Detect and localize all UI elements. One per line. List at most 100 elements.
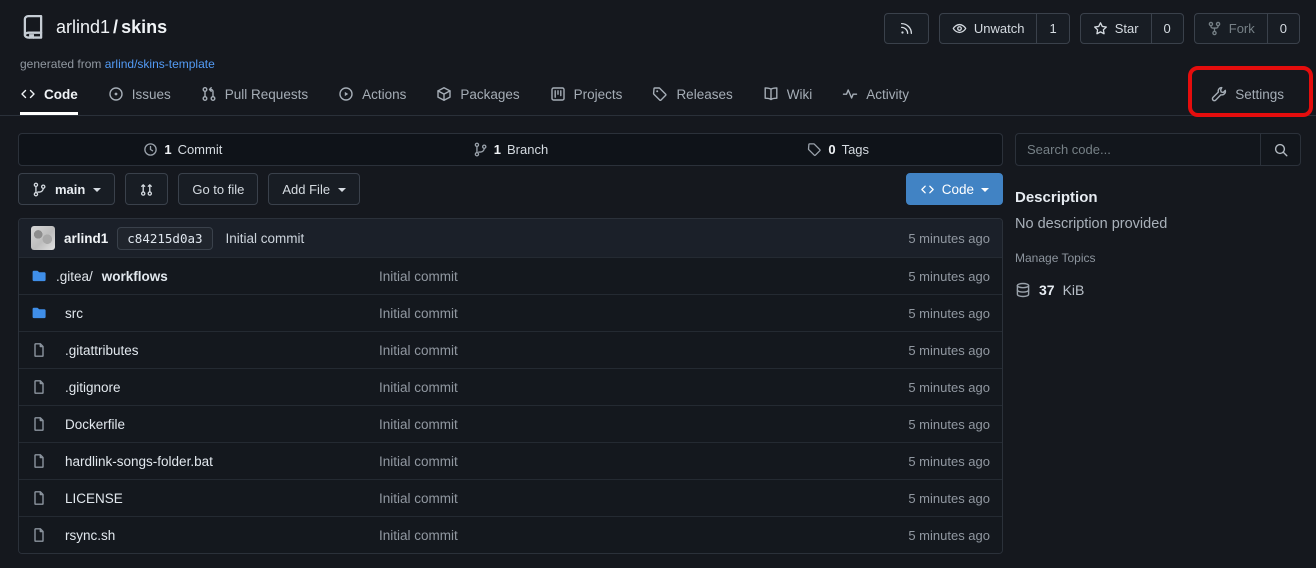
entry-commit-message[interactable]: Initial commit	[379, 380, 908, 395]
entry-icon	[31, 305, 47, 321]
commit-sha-link[interactable]: c84215d0a3	[117, 227, 212, 250]
tab-issues-label: Issues	[132, 87, 171, 102]
entry-commit-message[interactable]: Initial commit	[379, 454, 908, 469]
entry-name-label: hardlink-songs-folder.bat	[65, 454, 213, 469]
file-icon	[31, 490, 47, 506]
tab-actions-label: Actions	[362, 87, 406, 102]
avatar[interactable]	[31, 226, 55, 250]
fork-count[interactable]: 0	[1267, 14, 1299, 43]
go-to-file-label: Go to file	[192, 182, 244, 197]
chevron-down-icon	[338, 188, 346, 192]
entry-time: 5 minutes ago	[908, 417, 990, 432]
code-icon	[920, 182, 935, 197]
table-row: .gitattributes Initial commit 5 minutes …	[19, 331, 1002, 368]
tab-pull-requests[interactable]: Pull Requests	[201, 75, 308, 115]
entry-icon	[31, 268, 47, 284]
entry-icon	[31, 527, 47, 543]
repo-size-unit: KiB	[1063, 282, 1085, 298]
tab-wiki[interactable]: Wiki	[763, 75, 813, 115]
search-input[interactable]	[1016, 134, 1260, 165]
pulse-icon	[842, 86, 858, 102]
chevron-down-icon	[981, 188, 989, 192]
branches-label: Branch	[507, 142, 548, 157]
entry-icon	[31, 490, 47, 506]
entry-name-label: LICENSE	[65, 491, 123, 506]
repo-name-link[interactable]: skins	[121, 17, 167, 37]
repo-size: 37 KiB	[1015, 282, 1301, 298]
tab-projects-label: Projects	[574, 87, 623, 102]
entry-link[interactable]: hardlink-songs-folder.bat	[31, 453, 379, 469]
file-icon	[31, 527, 47, 543]
tab-packages[interactable]: Packages	[436, 75, 519, 115]
repo-stats-bar: 1 Commit 1 Branch 0 Tags	[18, 133, 1003, 166]
entry-link[interactable]: rsync.sh	[31, 527, 379, 543]
watch-count[interactable]: 1	[1036, 14, 1068, 43]
entry-commit-message[interactable]: Initial commit	[379, 528, 908, 543]
fork-button[interactable]: Fork 0	[1194, 13, 1300, 44]
tab-settings-label: Settings	[1235, 87, 1284, 102]
fork-icon	[1207, 21, 1222, 36]
entry-commit-message[interactable]: Initial commit	[379, 491, 908, 506]
branch-icon	[473, 142, 488, 157]
project-board-icon	[550, 86, 566, 102]
repo-title: arlind1/skins	[56, 17, 167, 38]
compare-button[interactable]	[125, 173, 168, 205]
compare-icon	[139, 182, 154, 197]
rss-button[interactable]	[884, 13, 929, 44]
tags-stat[interactable]: 0 Tags	[674, 142, 1002, 157]
generated-from-label: generated from	[20, 57, 101, 71]
tags-label: Tags	[842, 142, 869, 157]
entry-time: 5 minutes ago	[908, 269, 990, 284]
repo-main-panel: 1 Commit 1 Branch 0 Tags main Go to file	[18, 133, 1003, 554]
repo-owner-link[interactable]: arlind1	[56, 17, 110, 37]
entry-link[interactable]: .gitea/workflows	[31, 268, 379, 284]
entry-name-label: workflows	[102, 269, 168, 284]
template-repo-link[interactable]: arlind/skins-template	[105, 57, 215, 71]
entry-link[interactable]: .gitignore	[31, 379, 379, 395]
entry-link[interactable]: .gitattributes	[31, 342, 379, 358]
search-button[interactable]	[1260, 134, 1300, 165]
entry-name-label: src	[65, 306, 83, 321]
entry-icon	[31, 342, 47, 358]
entry-commit-message[interactable]: Initial commit	[379, 417, 908, 432]
branch-selector[interactable]: main	[18, 173, 115, 205]
rss-icon	[885, 14, 928, 43]
tab-code-label: Code	[44, 87, 78, 102]
repo-icon	[20, 14, 46, 40]
repo-header: arlind1/skins	[20, 14, 167, 40]
repo-nav-tabs: Code Issues Pull Requests Actions Packag…	[0, 75, 1316, 116]
go-to-file-button[interactable]: Go to file	[178, 173, 258, 205]
tab-actions[interactable]: Actions	[338, 75, 406, 115]
commit-author-link[interactable]: arlind1	[64, 231, 108, 246]
entry-link[interactable]: Dockerfile	[31, 416, 379, 432]
entry-time: 5 minutes ago	[908, 528, 990, 543]
commits-stat[interactable]: 1 Commit	[19, 142, 347, 157]
star-button[interactable]: Star 0	[1080, 13, 1184, 44]
folder-icon	[31, 305, 47, 321]
add-file-button[interactable]: Add File	[268, 173, 360, 205]
branches-stat[interactable]: 1 Branch	[347, 142, 675, 157]
entry-commit-message[interactable]: Initial commit	[379, 343, 908, 358]
tab-projects[interactable]: Projects	[550, 75, 623, 115]
play-circle-icon	[338, 86, 354, 102]
tab-settings[interactable]: Settings	[1211, 75, 1284, 115]
code-download-button[interactable]: Code	[906, 173, 1003, 205]
tab-issues[interactable]: Issues	[108, 75, 171, 115]
watch-button[interactable]: Unwatch 1	[939, 13, 1070, 44]
commit-message-link[interactable]: Initial commit	[226, 231, 305, 246]
entry-link[interactable]: src	[31, 305, 379, 321]
entry-commit-message[interactable]: Initial commit	[379, 306, 908, 321]
entry-link[interactable]: LICENSE	[31, 490, 379, 506]
search-icon	[1273, 142, 1289, 158]
manage-topics-link[interactable]: Manage Topics	[1015, 251, 1301, 265]
star-count[interactable]: 0	[1151, 14, 1183, 43]
entry-commit-message[interactable]: Initial commit	[379, 269, 908, 284]
tab-code[interactable]: Code	[20, 75, 78, 115]
tab-releases-label: Releases	[676, 87, 732, 102]
tab-activity[interactable]: Activity	[842, 75, 909, 115]
entry-time: 5 minutes ago	[908, 343, 990, 358]
tab-releases[interactable]: Releases	[652, 75, 732, 115]
commits-count: 1	[164, 142, 171, 157]
entry-icon	[31, 453, 47, 469]
entry-time: 5 minutes ago	[908, 306, 990, 321]
